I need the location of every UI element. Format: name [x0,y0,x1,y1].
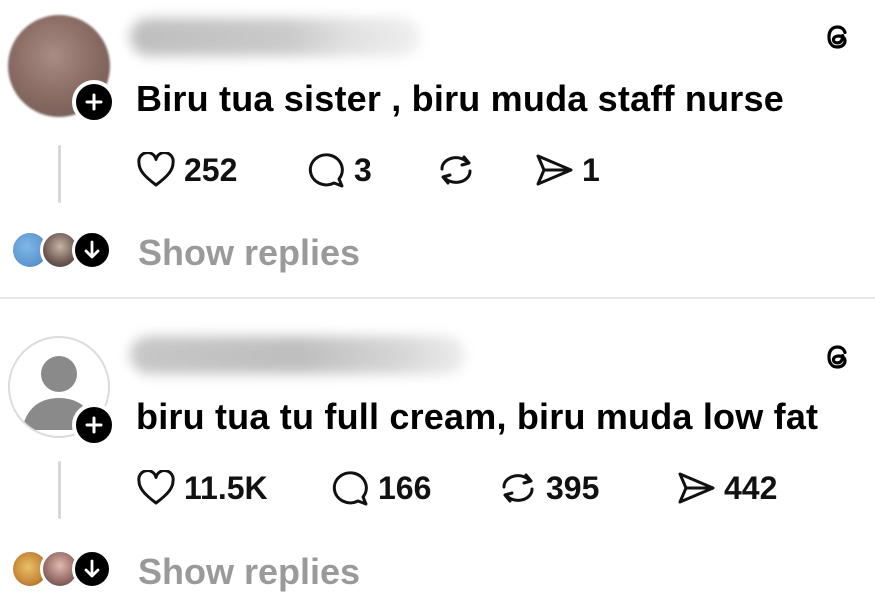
reply-post-1: Biru tua sister , biru muda staff nurse … [0,0,875,297]
comment-button[interactable]: 3 [306,148,372,192]
show-replies-row[interactable]: Show replies [0,230,875,274]
comment-button[interactable]: 166 [330,466,431,510]
repost-icon [440,155,472,185]
arrow-down-icon [84,240,100,259]
username-blurred[interactable] [130,18,420,56]
send-icon [678,472,715,504]
heart-icon [137,152,175,187]
show-replies-link[interactable]: Show replies [138,232,360,274]
plus-icon [85,416,103,434]
share-count: 442 [724,469,778,506]
arrow-down-icon [84,559,100,578]
repost-icon [502,473,534,503]
expand-replies-button[interactable] [72,549,112,589]
expand-replies-button[interactable] [72,230,112,270]
comment-count: 166 [378,469,432,506]
plus-icon [85,93,103,111]
comment-bubble-icon [332,471,368,506]
repost-button[interactable] [436,148,476,192]
comment-bubble-icon [308,153,344,188]
show-replies-row[interactable]: Show replies [0,549,875,593]
heart-icon [137,470,175,505]
reply-post-2: biru tua tu full cream, biru muda low fa… [0,299,875,600]
action-bar: 11.5K 166 395 442 [0,466,875,510]
like-count: 11.5K [184,469,268,506]
share-count: 1 [582,151,600,188]
repost-button[interactable]: 395 [498,466,599,510]
like-button[interactable]: 252 [136,148,237,192]
like-count: 252 [184,151,238,188]
reply-text: Biru tua sister , biru muda staff nurse [136,78,784,119]
share-button[interactable]: 442 [676,466,777,510]
reply-text: biru tua tu full cream, biru muda low fa… [136,396,819,437]
send-icon [536,154,573,186]
share-button[interactable]: 1 [534,148,600,192]
username-blurred[interactable] [130,336,465,374]
threads-logo-icon[interactable] [821,340,855,374]
threads-logo-icon[interactable] [821,20,855,54]
show-replies-link[interactable]: Show replies [138,551,360,593]
comment-count: 3 [354,151,372,188]
action-bar: 252 3 1 [0,148,875,192]
follow-plus-button[interactable] [72,403,116,447]
repost-count: 395 [546,469,600,506]
follow-plus-button[interactable] [72,80,116,124]
like-button[interactable]: 11.5K [136,466,268,510]
